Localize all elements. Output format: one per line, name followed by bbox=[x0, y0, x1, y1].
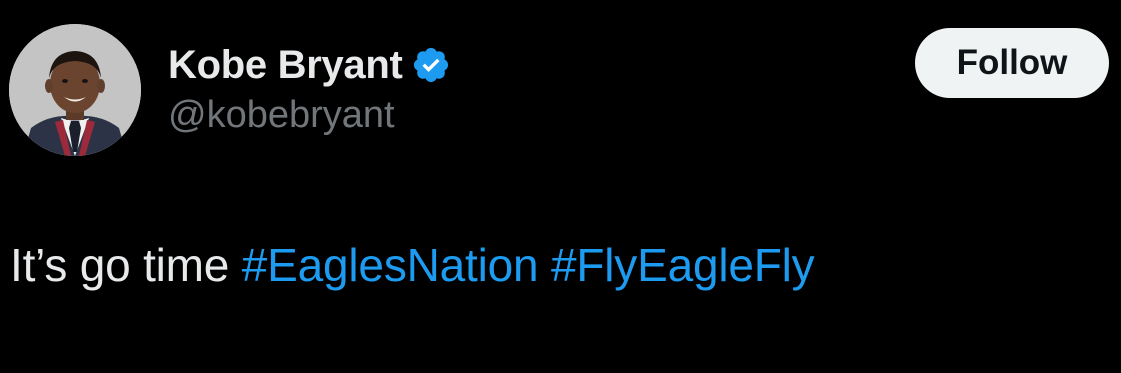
avatar-image bbox=[9, 24, 141, 156]
user-handle[interactable]: @kobebryant bbox=[168, 94, 451, 137]
hashtag-link-eaglesnation[interactable]: #EaglesNation bbox=[242, 239, 539, 291]
follow-button[interactable]: Follow bbox=[915, 28, 1109, 98]
tweet-text: It’s go time #EaglesNation #FlyEagleFly bbox=[10, 238, 815, 292]
tweet-body-text: It’s go time bbox=[10, 239, 230, 291]
display-name[interactable]: Kobe Bryant bbox=[168, 43, 403, 88]
tweet-card: Kobe Bryant @kobebryant Follow It’s go t… bbox=[0, 0, 1121, 373]
verified-checkmark-icon bbox=[413, 47, 448, 83]
verified-badge-icon[interactable] bbox=[411, 45, 451, 85]
avatar[interactable] bbox=[9, 24, 141, 156]
hashtag-link-flyeaglefly[interactable]: #FlyEagleFly bbox=[551, 239, 815, 291]
name-row: Kobe Bryant bbox=[168, 40, 451, 90]
author-info: Kobe Bryant @kobebryant bbox=[168, 40, 451, 137]
